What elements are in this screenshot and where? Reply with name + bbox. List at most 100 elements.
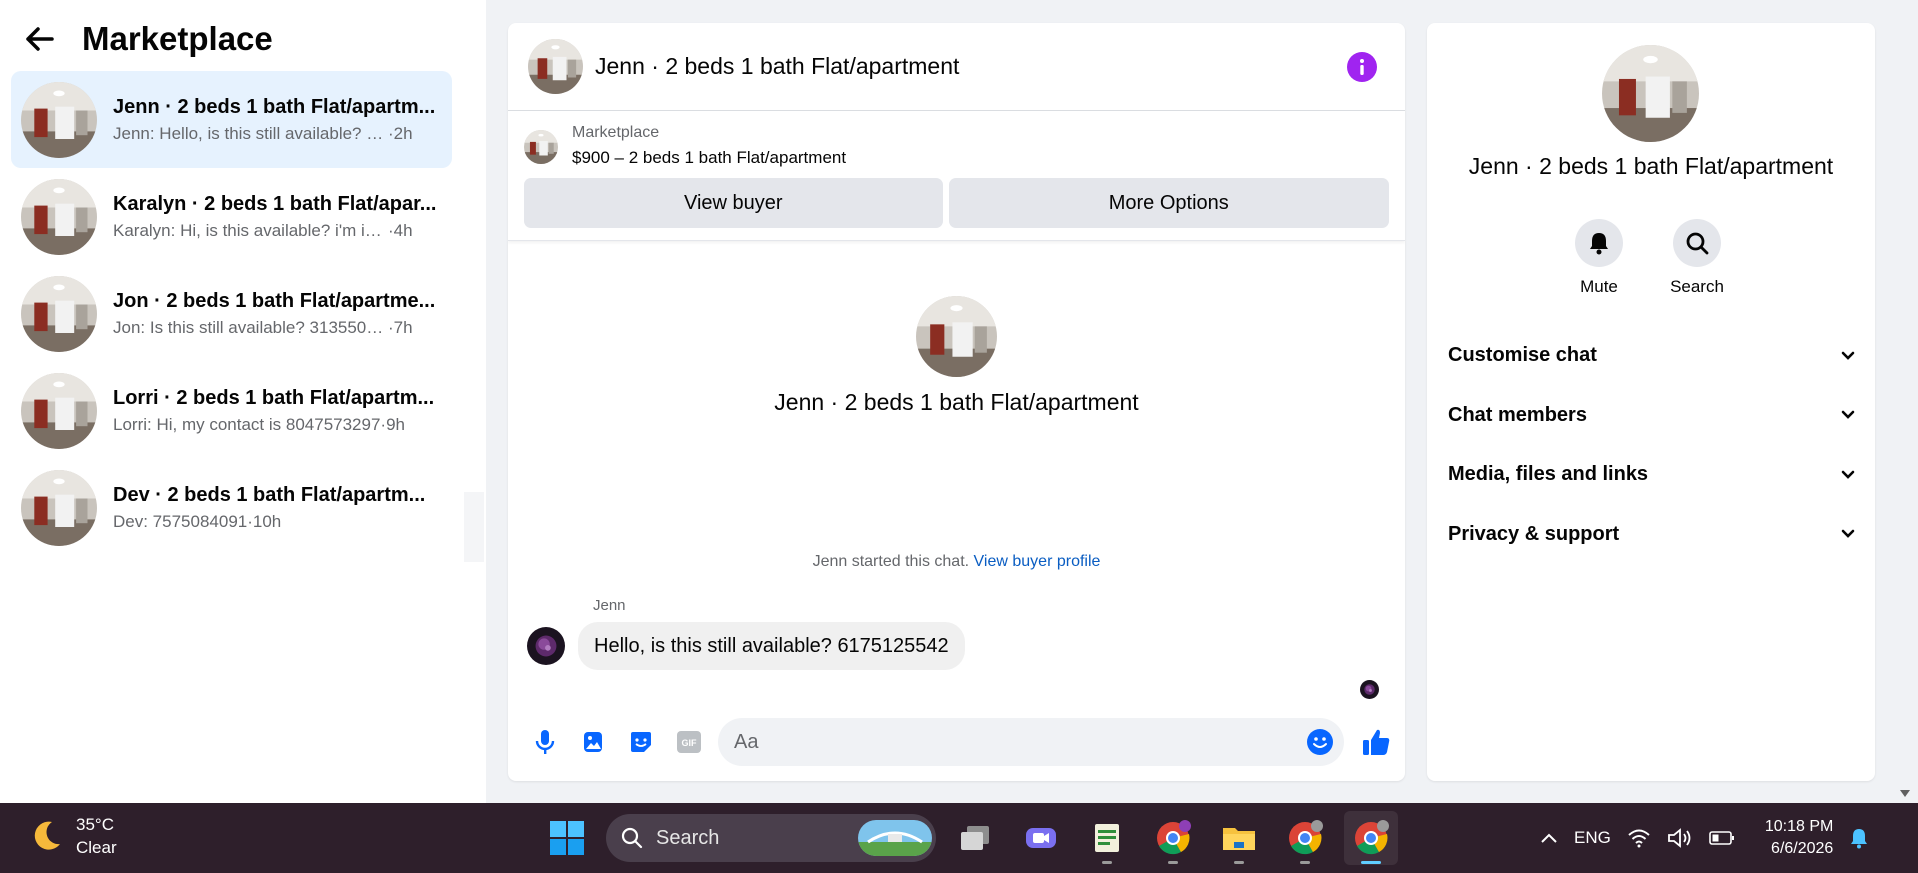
sidebar-title: Marketplace [82, 20, 273, 57]
view-buyer-profile-link[interactable]: View buyer profile [974, 553, 1101, 570]
task-view-button[interactable] [948, 811, 1002, 865]
chrome-profile-m-button[interactable] [1146, 811, 1200, 865]
chat-title[interactable]: Jenn · 2 beds 1 bath Flat/apartment [595, 53, 959, 80]
video-call-app-button[interactable] [1014, 811, 1068, 865]
sticker-icon[interactable] [619, 720, 663, 764]
sheet-app-button[interactable] [1080, 811, 1134, 865]
avatar [21, 82, 97, 158]
chat-avatar[interactable] [528, 39, 583, 94]
gif-icon[interactable]: GIF [667, 720, 711, 764]
view-buyer-button[interactable]: View buyer [524, 178, 943, 228]
chevron-up-icon[interactable] [1540, 832, 1558, 844]
clock-date: 6/6/2026 [1771, 840, 1834, 857]
start-button[interactable] [540, 811, 594, 865]
photo-icon[interactable] [571, 720, 615, 764]
running-indicator [1300, 861, 1310, 864]
avatar [21, 470, 97, 546]
running-indicator [1234, 861, 1244, 864]
sidebar-scrollbar[interactable] [464, 492, 484, 562]
mute-button[interactable]: Mute [1574, 219, 1624, 297]
running-indicator [1168, 861, 1178, 864]
folder-icon [1223, 828, 1255, 850]
chat-panel: Jenn · 2 beds 1 bath Flat/apartment Mark… [508, 23, 1405, 781]
conversation-sidebar: Marketplace Jenn · 2 beds 1 bath Flat/ap… [0, 0, 486, 803]
avatar [21, 373, 97, 449]
taskbar-search-label: Search [656, 826, 720, 849]
chrome-active-button[interactable] [1344, 811, 1398, 865]
wifi-icon[interactable] [1627, 828, 1651, 848]
section-customise-chat[interactable]: Customise chat [1427, 326, 1875, 386]
battery-icon[interactable] [1709, 830, 1735, 846]
weather-widget[interactable]: 35°C Clear [28, 813, 117, 859]
conversation-list: Jenn · 2 beds 1 bath Flat/apartm... Jenn… [11, 71, 452, 556]
conversation-name: Jon · 2 beds 1 bath Flat/apartme... [113, 289, 436, 312]
emoji-icon[interactable] [1306, 728, 1334, 756]
section-media-files-links[interactable]: Media, files and links [1427, 445, 1875, 505]
intro-avatar [916, 296, 997, 377]
sender-name: Jenn [593, 597, 626, 614]
chat-started-text: Jenn started this chat. [812, 553, 970, 570]
conversation-details-panel: Jenn · 2 beds 1 bath Flat/apartment Mute… [1427, 23, 1875, 781]
info-icon[interactable] [1347, 52, 1377, 82]
sender-avatar[interactable] [527, 627, 565, 665]
conversation-snippet: Lorri: Hi, my contact is 8047573297 [113, 414, 381, 434]
conversation-time: ·7h [388, 317, 413, 337]
search-highlight-image [858, 820, 932, 856]
chrome-icon [1355, 820, 1389, 855]
conversation-item-jenn[interactable]: Jenn · 2 beds 1 bath Flat/apartm... Jenn… [11, 71, 452, 168]
language-indicator[interactable]: ENG [1574, 828, 1611, 848]
conversation-item-dev[interactable]: Dev · 2 beds 1 bath Flat/apartm... Dev: … [11, 459, 452, 556]
conversation-item-jon[interactable]: Jon · 2 beds 1 bath Flat/apartme... Jon:… [11, 265, 452, 362]
clock[interactable]: 10:18 PM 6/6/2026 [1765, 816, 1833, 860]
listing-price-title[interactable]: $900 – 2 beds 1 bath Flat/apartment [572, 146, 846, 170]
listing-thumbnail[interactable] [524, 130, 558, 164]
message-bubble[interactable]: Hello, is this still available? 61751255… [578, 622, 965, 670]
taskbar-search[interactable]: Search [606, 814, 936, 862]
listing-source: Marketplace [572, 124, 660, 141]
message-input[interactable] [734, 730, 1274, 754]
chrome-icon [1157, 820, 1191, 855]
chat-started-notice: Jenn started this chat. View buyer profi… [508, 553, 1405, 571]
details-name: Jenn · 2 beds 1 bath Flat/apartment [1468, 153, 1834, 179]
conversation-name: Dev · 2 beds 1 bath Flat/apartm... [113, 483, 426, 506]
section-privacy-support[interactable]: Privacy & support [1427, 505, 1875, 565]
system-tray: ENG 10:18 PM 6/6/2026 [1540, 803, 1869, 873]
chat-header: Jenn · 2 beds 1 bath Flat/apartment [508, 23, 1405, 111]
intro-name: Jenn · 2 beds 1 bath Flat/apartment [774, 389, 1139, 415]
search-button[interactable]: Search [1670, 219, 1724, 297]
conversation-name: Karalyn · 2 beds 1 bath Flat/apar... [113, 192, 437, 215]
mute-label: Mute [1580, 277, 1618, 296]
moon-icon [34, 821, 60, 850]
conversation-snippet: Dev: 7575084091 [113, 511, 248, 531]
volume-icon[interactable] [1667, 828, 1693, 848]
avatar [21, 276, 97, 352]
svg-text:GIF: GIF [682, 738, 698, 748]
thumbs-up-icon[interactable] [1356, 722, 1396, 762]
notification-bell-icon[interactable] [1849, 827, 1869, 849]
conversation-time: ·10h [247, 511, 282, 531]
read-receipt-avatar [1360, 680, 1379, 699]
clock-time: 10:18 PM [1764, 818, 1834, 835]
conversation-item-lorri[interactable]: Lorri · 2 beds 1 bath Flat/apartm... Lor… [11, 362, 452, 459]
scroll-down-arrow-icon[interactable] [1898, 786, 1912, 800]
section-label: Customise chat [1448, 344, 1597, 367]
task-view-icon [961, 826, 989, 850]
chevron-down-icon [1841, 351, 1855, 360]
section-label: Media, files and links [1448, 463, 1649, 486]
active-indicator [1361, 861, 1381, 864]
section-chat-members[interactable]: Chat members [1427, 386, 1875, 446]
microphone-icon[interactable] [523, 720, 567, 764]
windows-taskbar: 35°C Clear Search ENG 10:18 PM 6/6/2026 [0, 803, 1918, 873]
more-options-button[interactable]: More Options [948, 178, 1389, 228]
message-input-wrapper [718, 718, 1344, 766]
taskbar-apps: Search [540, 811, 1398, 865]
conversation-item-karalyn[interactable]: Karalyn · 2 beds 1 bath Flat/apar... Kar… [11, 168, 452, 265]
bell-icon [1575, 219, 1623, 267]
windows-logo-icon [550, 821, 584, 855]
chrome-profile-2-button[interactable] [1278, 811, 1332, 865]
file-explorer-button[interactable] [1212, 811, 1266, 865]
message-area: Jenn · 2 beds 1 bath Flat/apartment Jenn… [508, 241, 1405, 711]
message-composer: GIF [508, 702, 1405, 781]
back-arrow-icon[interactable] [20, 19, 60, 59]
details-avatar[interactable] [1602, 45, 1699, 142]
